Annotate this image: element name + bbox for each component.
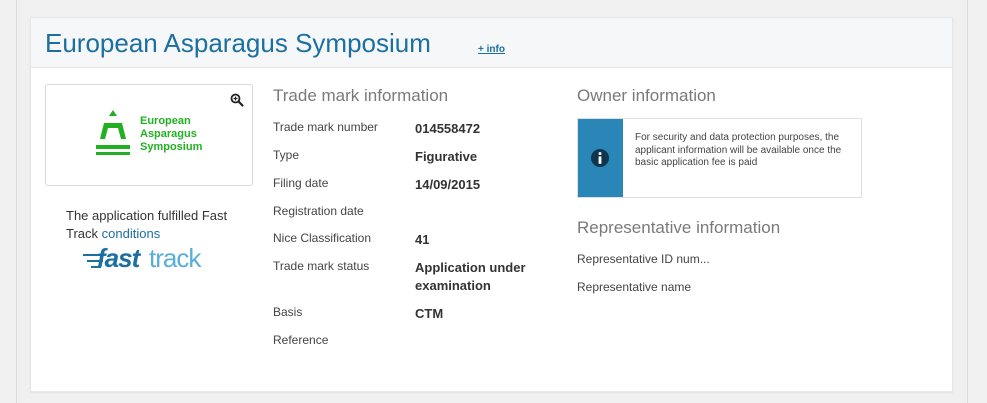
field-value: 14/09/2015 <box>415 177 481 192</box>
page-title: European Asparagus Symposium <box>45 28 431 58</box>
field-label: Trade mark status <box>273 259 370 273</box>
field-label: Filing date <box>273 176 329 190</box>
field-label: Trade mark number <box>273 120 378 134</box>
fast-track-logo: fast track <box>83 243 203 273</box>
fast-track-conditions-link[interactable]: conditions <box>102 226 161 241</box>
owner-section-title: Owner information <box>577 86 716 105</box>
trademark-card: European Asparagus Symposium + info Euro… <box>30 17 953 392</box>
field-value: Application under examination <box>415 260 526 293</box>
notice-text: For security and data protection purpose… <box>635 132 842 168</box>
field-value: CTM <box>415 306 444 321</box>
mark-logo-line: Symposium <box>140 141 203 153</box>
mark-image-box[interactable]: European Asparagus Symposium <box>45 84 253 186</box>
mark-logo: European Asparagus Symposium <box>94 109 224 159</box>
field-label: Basis <box>273 305 303 319</box>
field-value: 014558472 <box>415 121 481 136</box>
card-header: European Asparagus Symposium + info <box>31 18 952 68</box>
field-label: Type <box>273 148 300 162</box>
mark-logo-line: Asparagus <box>140 128 197 140</box>
field-label: Registration date <box>273 204 364 218</box>
info-icon <box>591 149 609 167</box>
asparagus-emblem-icon <box>96 110 130 155</box>
owner-notice: For security and data protection purpose… <box>577 118 862 198</box>
representative-section-title: Representative information <box>577 218 781 237</box>
more-info-link[interactable]: + info <box>478 44 505 55</box>
field-value: Figurative <box>415 149 478 164</box>
representative-name-label: Representative name <box>577 280 692 294</box>
field-value: 41 <box>415 232 430 247</box>
field-label: Nice Classification <box>273 231 372 245</box>
mark-logo-line: European <box>140 115 191 127</box>
fast-track-logo-text-2: track <box>149 243 202 273</box>
trade-mark-section-title: Trade mark information <box>273 86 449 105</box>
fast-track-logo-text: fast <box>97 243 142 273</box>
notice-bar <box>578 119 623 197</box>
fast-track-note: The application fulfilled Fast Track con… <box>66 207 256 243</box>
representative-id-label: Representative ID num... <box>577 252 710 266</box>
zoom-icon[interactable] <box>230 93 244 107</box>
field-label: Reference <box>273 333 329 347</box>
mark-logo-text: European Asparagus Symposium <box>140 115 202 154</box>
